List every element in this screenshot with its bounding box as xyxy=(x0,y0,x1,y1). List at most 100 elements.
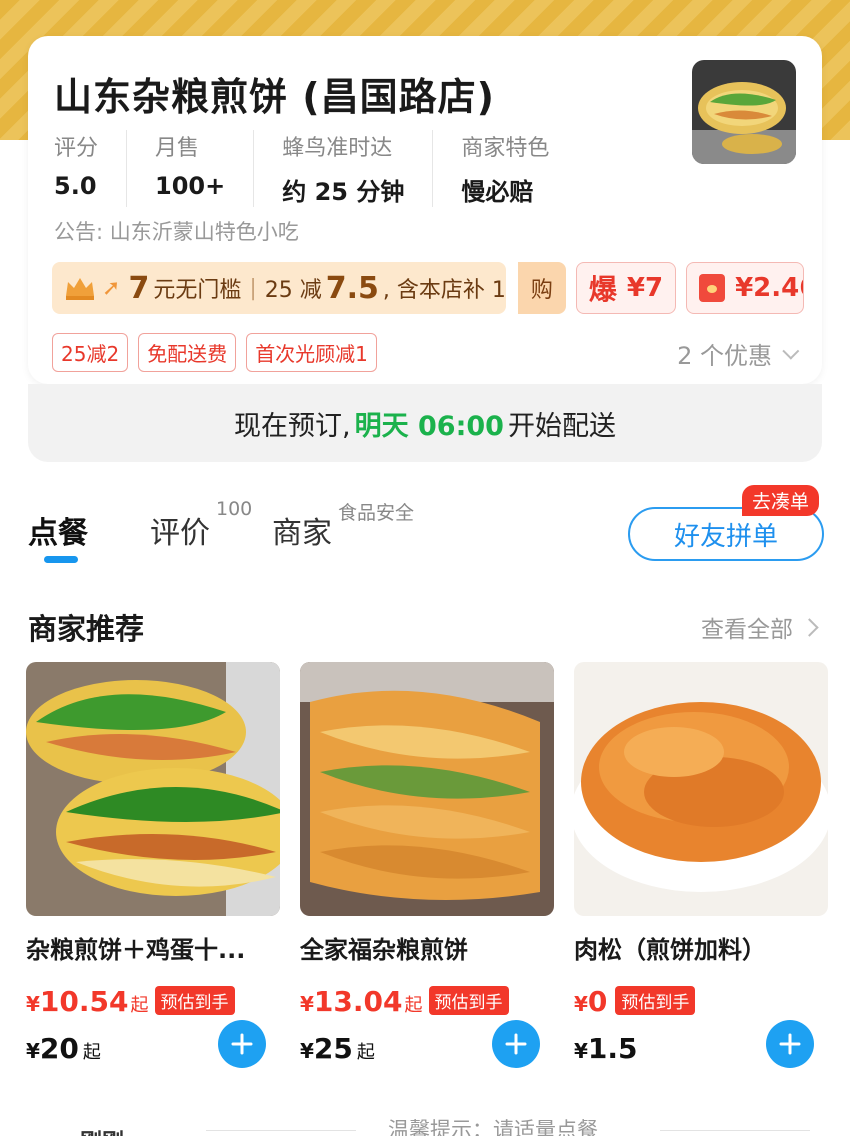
product-price: ¥0 xyxy=(574,985,609,1018)
divider: | xyxy=(249,275,257,301)
menu-category-label[interactable]: 刚刚 xyxy=(80,1124,124,1136)
divider xyxy=(206,1130,356,1131)
plus-icon xyxy=(505,1033,527,1055)
product-price: ¥13.04 起 xyxy=(300,985,423,1018)
product-price-row: ¥0 预估到手 xyxy=(574,985,828,1018)
store-name: 山东杂粮煎饼 (昌国路店) xyxy=(54,75,495,119)
product-name: 杂粮煎饼＋鸡蛋十... xyxy=(26,936,246,964)
active-tab-indicator xyxy=(44,556,78,563)
product-image[interactable] xyxy=(300,662,554,916)
pork-floss-image xyxy=(574,662,828,916)
red-packet-amount: ¥2.46 xyxy=(735,273,803,303)
currency-symbol: ¥ xyxy=(26,1039,40,1063)
product-card[interactable]: 全家福杂粮煎饼 ¥13.04 起 预估到手 ¥25 起 xyxy=(300,662,554,1072)
currency-symbol: ¥ xyxy=(300,992,314,1016)
tab-order[interactable]: 点餐 xyxy=(28,508,88,552)
discount-tag: 25减2 xyxy=(52,333,129,372)
plus-icon xyxy=(779,1033,801,1055)
product-card[interactable]: 杂粮煎饼＋鸡蛋十... ¥10.54 起 预估到手 ¥20 起 xyxy=(26,662,280,1072)
offers-label: 2 个优惠 xyxy=(677,342,772,370)
coupon-discount: 7.5 xyxy=(325,270,379,306)
promo-row: ➚ 7 元无门槛 | 25 减 7.5 , 含本店补 1 购 爆 ¥7 ¥2.4… xyxy=(52,262,805,314)
tab-reviews[interactable]: 评价 100 xyxy=(150,498,252,552)
tab-label: 商家 xyxy=(272,516,332,551)
orig-suffix: 起 xyxy=(356,1042,375,1063)
red-packet-coupon[interactable]: ¥2.46 xyxy=(686,262,805,314)
member-coupon-body: ➚ 7 元无门槛 | 25 减 7.5 , 含本店补 1 xyxy=(52,262,506,314)
bottom-tip: 温馨提示：请适量点餐 xyxy=(388,1118,598,1136)
hot-coupon[interactable]: 爆 ¥7 xyxy=(575,262,677,314)
chevron-down-icon xyxy=(782,342,800,360)
store-thumbnail[interactable] xyxy=(692,60,796,164)
discount-tag: 首次光顾减1 xyxy=(246,333,377,372)
discount-tag: 免配送费 xyxy=(138,333,237,372)
price-suffix: 起 xyxy=(130,995,149,1016)
tab-merchant[interactable]: 商家 食品安全 xyxy=(272,502,414,552)
estimate-tag: 预估到手 xyxy=(154,986,235,1015)
crown-icon xyxy=(66,278,94,300)
estimate-tag: 预估到手 xyxy=(615,986,696,1015)
hot-amount: ¥7 xyxy=(626,273,664,303)
product-image[interactable] xyxy=(574,662,828,916)
product-name: 全家福杂粮煎饼 xyxy=(300,936,468,964)
discount-tags: 25减2 免配送费 首次光顾减1 xyxy=(52,333,377,372)
currency-symbol: ¥ xyxy=(26,992,40,1016)
coupon-amount: 7 xyxy=(128,270,150,306)
stat-value: 慢必赔 xyxy=(461,178,534,206)
jianbing-image xyxy=(300,662,554,916)
preorder-banner: 现在预订, 明天 06:00 开始配送 xyxy=(28,384,822,462)
add-to-cart-button[interactable] xyxy=(492,1020,540,1068)
product-price-row: ¥10.54 起 预估到手 xyxy=(26,985,280,1018)
coupon-text: 元无门槛 xyxy=(153,278,242,303)
jianbing-image xyxy=(26,662,280,916)
member-coupon[interactable]: ➚ 7 元无门槛 | 25 减 7.5 , 含本店补 1 购 xyxy=(52,262,566,314)
view-all-label: 查看全部 xyxy=(701,617,793,643)
coupon-threshold: 25 减 xyxy=(264,278,322,303)
product-image[interactable] xyxy=(26,662,280,916)
divider xyxy=(660,1130,810,1131)
estimate-tag: 预估到手 xyxy=(428,986,509,1015)
stat-delivery-time: 蜂鸟准时达 约 25 分钟 xyxy=(282,130,434,207)
stat-value: 100+ xyxy=(155,172,226,200)
chevron-right-icon xyxy=(800,617,819,637)
store-stats: 评分 5.0 月售 100+ 蜂鸟准时达 约 25 分钟 商家特色 慢必赔 xyxy=(54,130,605,207)
store-info-card: 山东杂粮煎饼 (昌国路店) 评分 5.0 月售 100+ 蜂鸟准时达 约 25 … xyxy=(28,36,822,384)
orig-value: 20 xyxy=(39,1032,79,1065)
add-to-cart-button[interactable] xyxy=(766,1020,814,1068)
stat-label: 蜂鸟准时达 xyxy=(282,136,393,161)
store-notice[interactable]: 公告: 山东沂蒙山特色小吃 xyxy=(54,216,299,246)
recommend-title: 商家推荐 xyxy=(28,612,145,646)
coupon-note: , 含本店补 1 xyxy=(382,278,506,303)
hot-label: 爆 xyxy=(588,273,617,306)
orig-suffix: 起 xyxy=(82,1042,101,1063)
product-card[interactable]: 肉松（煎饼加料） ¥0 预估到手 ¥1.5 xyxy=(574,662,828,1072)
stat-feature: 商家特色 慢必赔 xyxy=(461,130,577,207)
stat-label: 月售 xyxy=(155,136,200,161)
review-count: 100 xyxy=(216,498,253,520)
product-price: ¥10.54 起 xyxy=(26,985,149,1018)
stat-value: 5.0 xyxy=(54,172,97,200)
stat-value: 约 25 分钟 xyxy=(282,178,405,206)
currency-symbol: ¥ xyxy=(574,1039,588,1063)
preorder-suffix: 开始配送 xyxy=(507,410,616,442)
group-order-badge[interactable]: 去凑单 xyxy=(742,485,820,516)
preorder-time: 明天 06:00 xyxy=(354,410,504,442)
arrow-up-icon: ➚ xyxy=(102,275,121,301)
store-tabs: 点餐 评价 100 商家 食品安全 xyxy=(28,498,414,552)
coupon-buy-button[interactable]: 购 xyxy=(517,262,566,314)
product-price-row: ¥13.04 起 预估到手 xyxy=(300,985,554,1018)
plus-icon xyxy=(231,1033,253,1055)
currency-symbol: ¥ xyxy=(300,1039,314,1063)
product-name: 肉松（煎饼加料） xyxy=(574,936,766,964)
orig-value: 25 xyxy=(313,1032,353,1065)
recommend-products: 杂粮煎饼＋鸡蛋十... ¥10.54 起 预估到手 ¥20 起 全家福杂粮煎饼 ¥1… xyxy=(26,662,828,1072)
price-suffix: 起 xyxy=(404,995,423,1016)
red-packet-icon xyxy=(699,274,726,302)
offers-toggle[interactable]: 2 个优惠 xyxy=(677,336,800,371)
stat-monthly-sales: 月售 100+ xyxy=(155,130,255,207)
add-to-cart-button[interactable] xyxy=(218,1020,266,1068)
view-all-link[interactable]: 查看全部 xyxy=(701,610,819,644)
tab-label: 点餐 xyxy=(28,516,88,551)
tab-label: 评价 xyxy=(150,516,210,551)
price-value: 0 xyxy=(587,985,608,1018)
